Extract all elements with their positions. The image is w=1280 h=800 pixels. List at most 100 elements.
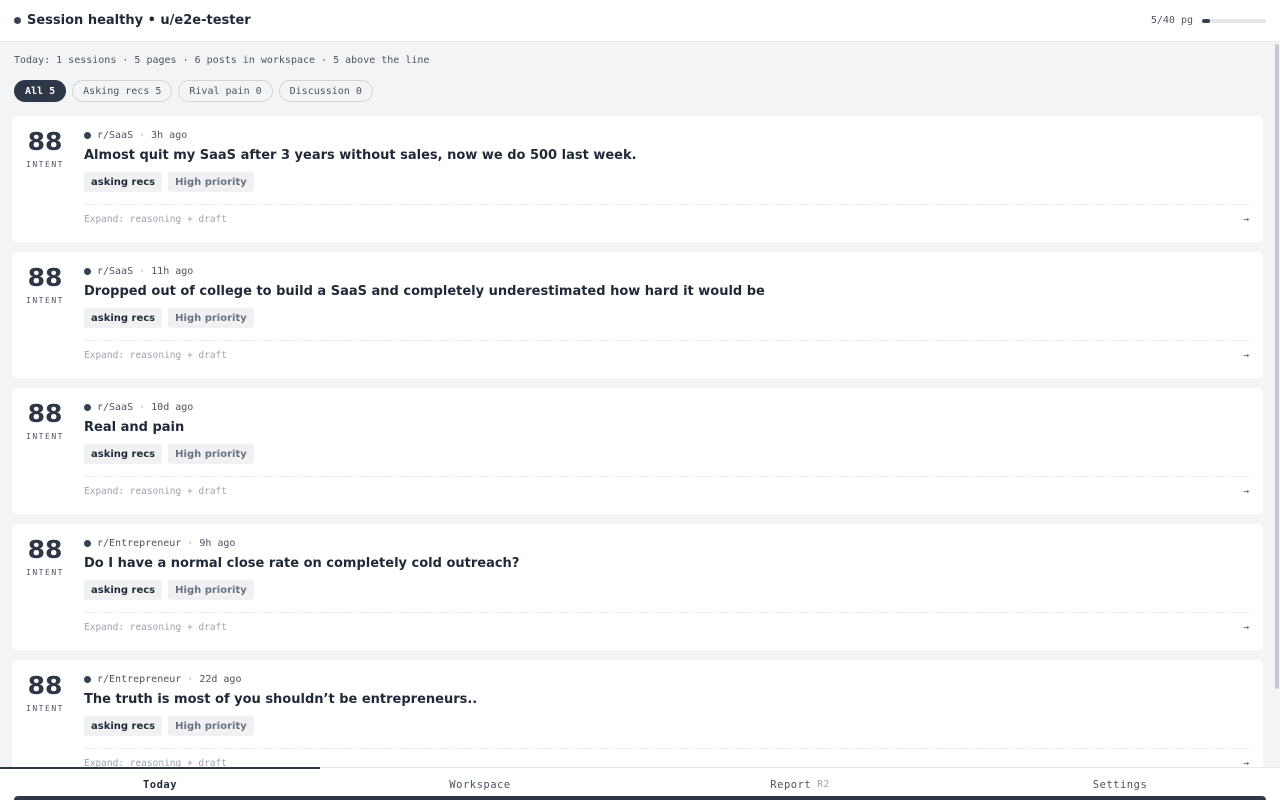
scrollbar-thumb[interactable] [1275, 44, 1279, 689]
tag-priority: High priority [168, 580, 254, 600]
feed-scrollbar[interactable] [1274, 42, 1280, 767]
post-meta: r/SaaS · 10d ago [84, 402, 1249, 413]
meta-separator: · [139, 402, 146, 413]
post-card[interactable]: 88 INTENT r/SaaS · 11h ago Dropped out o… [12, 252, 1263, 378]
filter-chips: All 5 Asking recs 5 Rival pain 0 Discuss… [14, 80, 373, 102]
post-meta: r/Entrepreneur · 22d ago [84, 674, 1249, 685]
post-body: r/SaaS · 11h ago Dropped out of college … [84, 266, 1249, 328]
expand-toggle[interactable]: Expand: reasoning + draft → [84, 340, 1249, 361]
intent-score-value: 88 [27, 535, 63, 564]
quota-label: 5/40 pg [1150, 15, 1193, 26]
post-body: r/SaaS · 3h ago Almost quit my SaaS afte… [84, 130, 1249, 192]
tag-priority: High priority [168, 716, 254, 736]
meta-separator: · [187, 538, 194, 549]
filter-chip-rival-pain[interactable]: Rival pain 0 [178, 80, 273, 102]
tab-badge: R2 [817, 779, 830, 790]
post-tags: asking recs High priority [84, 444, 1249, 464]
post-subreddit[interactable]: r/Entrepreneur [97, 674, 181, 685]
post-title[interactable]: Dropped out of college to build a SaaS a… [84, 284, 1249, 299]
tag-priority: High priority [168, 172, 254, 192]
post-card[interactable]: 88 INTENT r/Entrepreneur · 22d ago The t… [12, 660, 1263, 767]
tag-priority: High priority [168, 308, 254, 328]
intent-score-label: INTENT [26, 432, 64, 441]
post-subreddit[interactable]: r/SaaS [97, 130, 133, 141]
post-body: r/Entrepreneur · 22d ago The truth is mo… [84, 674, 1249, 736]
arrow-right-icon: → [1242, 214, 1249, 225]
tag-asking-recs: asking recs [84, 172, 163, 192]
expand-toggle[interactable]: Expand: reasoning + draft → [84, 612, 1249, 633]
quota-progress-bar [1202, 18, 1266, 23]
bottom-panel-edge [14, 796, 1266, 800]
intent-score-value: 88 [27, 127, 63, 156]
expand-toggle[interactable]: Expand: reasoning + draft → [84, 476, 1249, 497]
filter-chip-asking-recs[interactable]: Asking recs 5 [72, 80, 173, 102]
status-dot-icon [14, 17, 21, 24]
intent-score: 88 INTENT [12, 263, 78, 306]
expand-label: Expand: reasoning + draft [84, 214, 227, 225]
post-meta: r/SaaS · 11h ago [84, 266, 1249, 277]
intent-score: 88 INTENT [12, 127, 78, 170]
tag-asking-recs: asking recs [84, 580, 163, 600]
meta-separator: · [187, 674, 194, 685]
post-body: r/SaaS · 10d ago Real and pain asking re… [84, 402, 1249, 464]
arrow-right-icon: → [1242, 486, 1249, 497]
intent-score-value: 88 [27, 399, 63, 428]
tab-label: Report [770, 778, 812, 791]
meta-separator: · [139, 130, 146, 141]
intent-score-value: 88 [27, 671, 63, 700]
post-subreddit[interactable]: r/SaaS [97, 402, 133, 413]
post-title[interactable]: Do I have a normal close rate on complet… [84, 556, 1249, 571]
post-meta: r/SaaS · 3h ago [84, 130, 1249, 141]
arrow-right-icon: → [1242, 350, 1249, 361]
meta-separator: · [139, 266, 146, 277]
intent-score: 88 INTENT [12, 535, 78, 578]
post-subreddit[interactable]: r/Entrepreneur [97, 538, 181, 549]
post-age: 11h ago [151, 266, 194, 277]
post-feed: 88 INTENT r/SaaS · 3h ago Almost quit my… [12, 116, 1263, 767]
daily-summary: Today: 1 sessions · 5 pages · 6 posts in… [14, 55, 430, 66]
tag-asking-recs: asking recs [84, 444, 163, 464]
post-title[interactable]: Real and pain [84, 420, 1249, 435]
tag-asking-recs: asking recs [84, 716, 163, 736]
post-card[interactable]: 88 INTENT r/Entrepreneur · 9h ago Do I h… [12, 524, 1263, 650]
expand-label: Expand: reasoning + draft [84, 350, 227, 361]
subreddit-dot-icon [84, 540, 91, 547]
intent-score-label: INTENT [26, 296, 64, 305]
arrow-right-icon: → [1242, 622, 1249, 633]
post-body: r/Entrepreneur · 9h ago Do I have a norm… [84, 538, 1249, 600]
subreddit-dot-icon [84, 404, 91, 411]
post-tags: asking recs High priority [84, 580, 1249, 600]
post-title[interactable]: Almost quit my SaaS after 3 years withou… [84, 148, 1249, 163]
post-age: 3h ago [151, 130, 188, 141]
intent-score: 88 INTENT [12, 399, 78, 442]
intent-score-label: INTENT [26, 704, 64, 713]
post-card[interactable]: 88 INTENT r/SaaS · 10d ago Real and pain… [12, 388, 1263, 514]
top-bar: Session healthy • u/e2e-tester 5/40 pg [0, 0, 1280, 42]
expand-label: Expand: reasoning + draft [84, 486, 227, 497]
expand-label: Expand: reasoning + draft [84, 622, 227, 633]
post-tags: asking recs High priority [84, 308, 1249, 328]
post-card[interactable]: 88 INTENT r/SaaS · 3h ago Almost quit my… [12, 116, 1263, 242]
expand-toggle[interactable]: Expand: reasoning + draft → [84, 204, 1249, 225]
tab-label: Settings [1092, 778, 1148, 791]
post-meta: r/Entrepreneur · 9h ago [84, 538, 1249, 549]
quota-progress-fill [1202, 18, 1210, 23]
session-status: Session healthy • u/e2e-tester [14, 13, 251, 28]
subreddit-dot-icon [84, 132, 91, 139]
post-tags: asking recs High priority [84, 716, 1249, 736]
post-title[interactable]: The truth is most of you shouldn’t be en… [84, 692, 1249, 707]
post-subreddit[interactable]: r/SaaS [97, 266, 133, 277]
post-age: 22d ago [199, 674, 242, 685]
filter-chip-all[interactable]: All 5 [14, 80, 67, 102]
intent-score-value: 88 [27, 263, 63, 292]
tab-label: Today [142, 778, 178, 791]
intent-score-label: INTENT [26, 568, 64, 577]
tag-priority: High priority [168, 444, 254, 464]
post-tags: asking recs High priority [84, 172, 1249, 192]
tab-label: Workspace [449, 778, 511, 791]
filter-chip-discussion[interactable]: Discussion 0 [278, 80, 373, 102]
expand-toggle[interactable]: Expand: reasoning + draft → [84, 748, 1249, 767]
page-quota: 5/40 pg [1151, 15, 1266, 26]
subreddit-dot-icon [84, 268, 91, 275]
tag-asking-recs: asking recs [84, 308, 163, 328]
